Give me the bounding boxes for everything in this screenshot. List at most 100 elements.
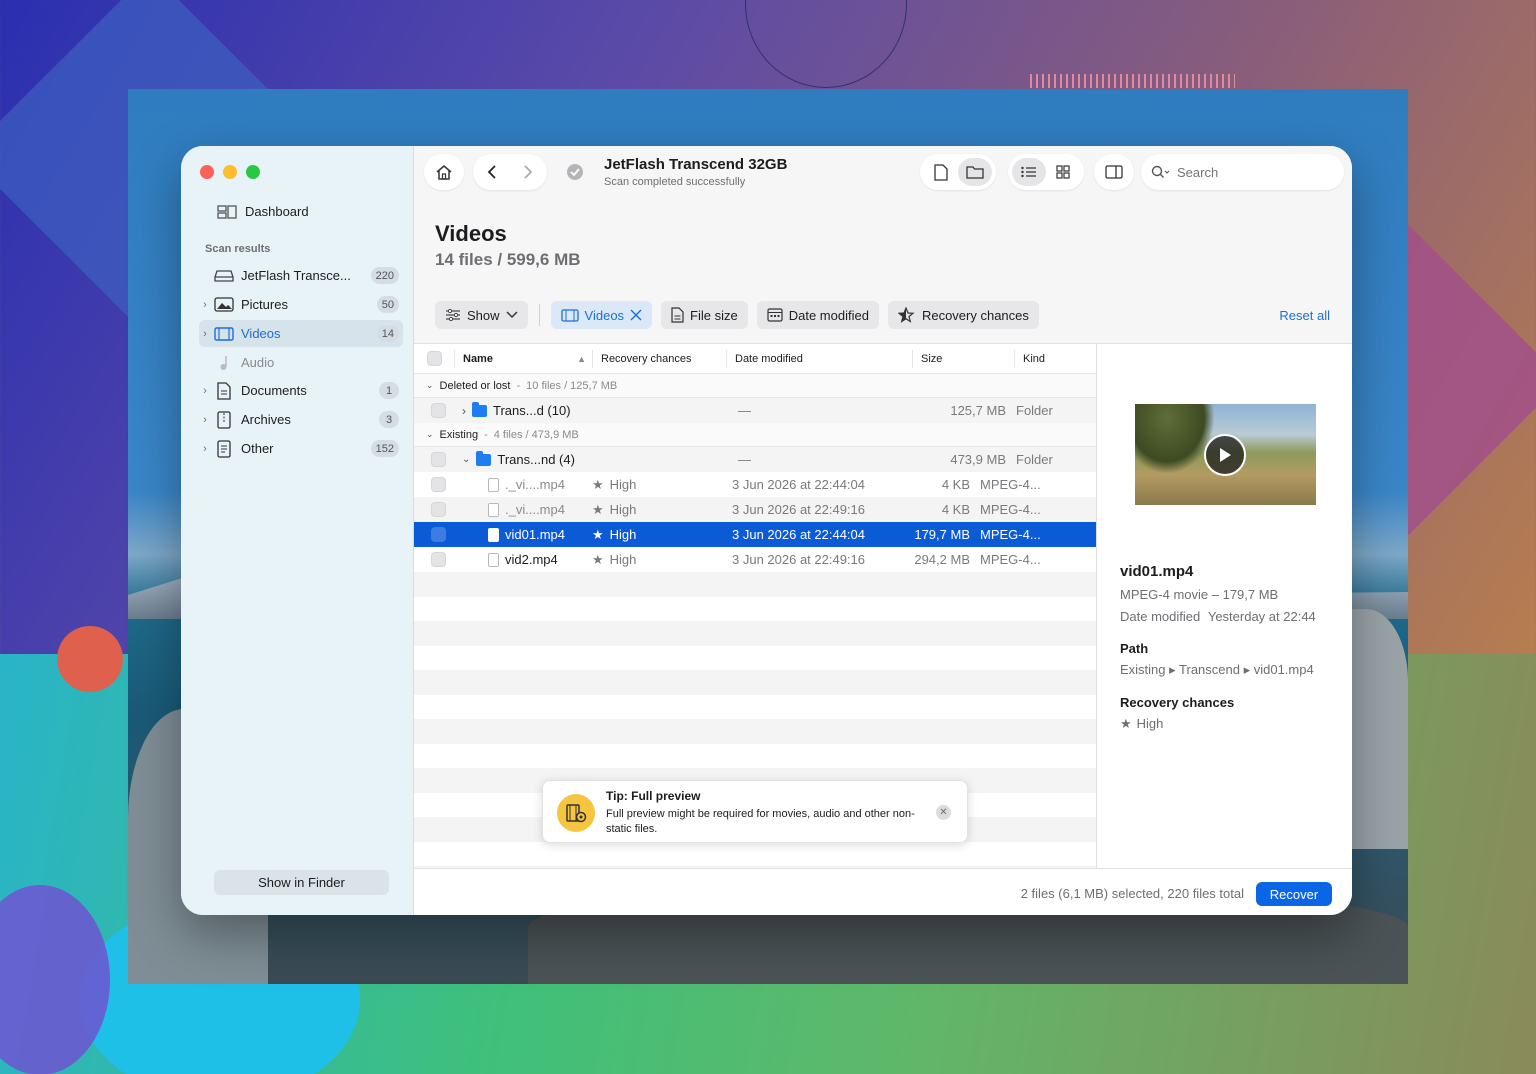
zoom-window-button[interactable] — [246, 165, 260, 179]
folder-icon — [472, 401, 487, 417]
chevron-right-icon[interactable]: › — [199, 328, 211, 340]
background-stripes — [1030, 74, 1235, 88]
chevron-right-icon[interactable]: › — [199, 385, 211, 397]
view-type-toggle — [920, 154, 996, 190]
table-row[interactable]: ._vi....mp4 ★ High 3 Jun 2026 at 22:44:0… — [414, 472, 1096, 497]
file-icon — [488, 502, 499, 517]
list-view-button[interactable] — [1012, 158, 1046, 186]
back-button[interactable] — [474, 164, 510, 180]
device-subtitle: Scan completed successfully — [604, 176, 746, 188]
scan-status-icon — [555, 154, 595, 190]
app-window: Dashboard Scan results JetFlash Transce.… — [181, 146, 1352, 915]
table-row[interactable]: vid2.mp4 ★ High 3 Jun 2026 at 22:49:16 2… — [414, 547, 1096, 572]
file-icon — [488, 552, 499, 567]
row-checkbox[interactable] — [414, 552, 462, 567]
chevron-right-icon[interactable]: › — [462, 404, 466, 418]
table-row-selected[interactable]: vid01.mp4 ★ High 3 Jun 2026 at 22:44:04 … — [414, 522, 1096, 547]
folder-view-button[interactable] — [958, 158, 992, 186]
search-input[interactable] — [1177, 164, 1327, 180]
film-icon — [560, 308, 579, 322]
group-header-existing[interactable]: ⌄ Existing - 4 files / 473,9 MB — [414, 423, 1096, 447]
sort-ascending-icon: ▲ — [577, 353, 586, 364]
column-header-name[interactable]: Name ▲ — [454, 349, 592, 368]
background-circle — [57, 626, 123, 692]
forward-button[interactable] — [510, 164, 546, 180]
sidebar-right-icon — [1105, 165, 1123, 179]
sidebar-item-archives[interactable]: › Archives 3 — [199, 406, 403, 433]
home-button[interactable] — [424, 154, 464, 190]
minimize-window-button[interactable] — [223, 165, 237, 179]
table-row[interactable]: ._vi....mp4 ★ High 3 Jun 2026 at 22:49:1… — [414, 497, 1096, 522]
close-window-button[interactable] — [200, 165, 214, 179]
search-field[interactable] — [1141, 154, 1344, 190]
grid-view-button[interactable] — [1046, 165, 1080, 179]
show-in-finder-button[interactable]: Show in Finder — [214, 870, 389, 895]
sidebar-item-videos[interactable]: › Videos 14 — [199, 320, 403, 347]
film-preview-icon — [557, 794, 595, 832]
empty-row — [414, 744, 1096, 769]
calendar-icon — [767, 308, 783, 322]
close-icon[interactable]: ✕ — [936, 805, 951, 820]
count-badge: 50 — [376, 296, 399, 313]
empty-row — [414, 719, 1096, 744]
chevron-right-icon[interactable]: › — [199, 299, 211, 311]
sidebar-item-pictures[interactable]: › Pictures 50 — [199, 291, 403, 318]
sidebar-item-label: Dashboard — [245, 204, 309, 219]
sidebar: Dashboard Scan results JetFlash Transce.… — [181, 146, 414, 915]
chevron-down-icon[interactable]: ⌄ — [426, 429, 434, 440]
preview-panel: vid01.mp4 MPEG-4 movie – 179,7 MB Date m… — [1096, 343, 1352, 868]
row-checkbox[interactable] — [414, 527, 462, 542]
video-thumbnail[interactable] — [1135, 404, 1316, 505]
row-checkbox[interactable] — [414, 452, 462, 467]
chevron-right-icon[interactable]: › — [199, 414, 211, 426]
table-row[interactable]: ⌄ Trans...nd (4) — 473,9 MB Folder — [414, 447, 1096, 472]
file-icon — [488, 527, 499, 542]
star-icon — [897, 307, 916, 323]
group-header-deleted[interactable]: ⌄ Deleted or lost - 10 files / 125,7 MB — [414, 374, 1096, 398]
chevron-down-icon[interactable]: ⌄ — [462, 454, 470, 465]
star-icon: ★ — [592, 476, 604, 492]
sidebar-item-drive[interactable]: JetFlash Transce... 220 — [199, 262, 403, 289]
recover-button[interactable]: Recover — [1256, 882, 1332, 906]
chevron-right-icon[interactable]: › — [199, 443, 211, 455]
preview-date-modified: Date modified Yesterday at 22:44 — [1120, 609, 1316, 624]
date-modified-filter[interactable]: Date modified — [756, 301, 879, 329]
selection-summary: 2 files (6,1 MB) selected, 220 files tot… — [1020, 886, 1244, 901]
toggle-preview-panel-button[interactable] — [1094, 154, 1134, 190]
count-badge: 1 — [379, 382, 399, 399]
device-title: JetFlash Transcend 32GB — [604, 156, 788, 173]
music-note-icon — [213, 355, 235, 371]
tip-popover: Tip: Full preview Full preview might be … — [542, 780, 968, 843]
empty-row — [414, 572, 1096, 597]
table-row[interactable]: › Trans...d (10) — 125,7 MB Folder — [414, 398, 1096, 423]
sidebar-item-other[interactable]: › Other 152 — [199, 435, 403, 462]
column-header-recovery[interactable]: Recovery chances — [592, 349, 726, 368]
play-icon[interactable] — [1204, 434, 1246, 476]
show-filter-dropdown[interactable]: Show — [435, 301, 528, 329]
videos-filter-chip[interactable]: Videos — [550, 301, 653, 329]
film-icon — [213, 326, 235, 342]
sidebar-item-dashboard[interactable]: Dashboard — [217, 204, 309, 219]
preview-recovery-value: ★ High — [1120, 716, 1164, 731]
select-all-checkbox[interactable] — [414, 351, 454, 366]
column-header-kind[interactable]: Kind — [1014, 349, 1096, 368]
close-icon[interactable] — [630, 309, 642, 321]
sidebar-item-audio[interactable]: Audio — [199, 349, 403, 376]
reset-all-link[interactable]: Reset all — [1279, 308, 1330, 323]
picture-icon — [213, 297, 235, 313]
empty-row — [414, 695, 1096, 720]
preview-type-size: MPEG-4 movie – 179,7 MB — [1120, 587, 1279, 602]
sidebar-item-documents[interactable]: › Documents 1 — [199, 377, 403, 404]
row-checkbox[interactable] — [414, 477, 462, 492]
column-header-date[interactable]: Date modified — [726, 349, 912, 368]
chevron-down-icon[interactable]: ⌄ — [426, 380, 434, 391]
recovery-chances-filter[interactable]: Recovery chances — [887, 301, 1039, 329]
row-checkbox[interactable] — [414, 502, 462, 517]
column-header-size[interactable]: Size — [912, 349, 1014, 368]
row-checkbox[interactable] — [414, 403, 462, 418]
file-view-button[interactable] — [924, 163, 958, 181]
file-size-filter[interactable]: File size — [661, 301, 748, 329]
star-icon: ★ — [592, 526, 604, 542]
sliders-icon — [445, 309, 461, 321]
other-file-icon — [213, 439, 235, 458]
